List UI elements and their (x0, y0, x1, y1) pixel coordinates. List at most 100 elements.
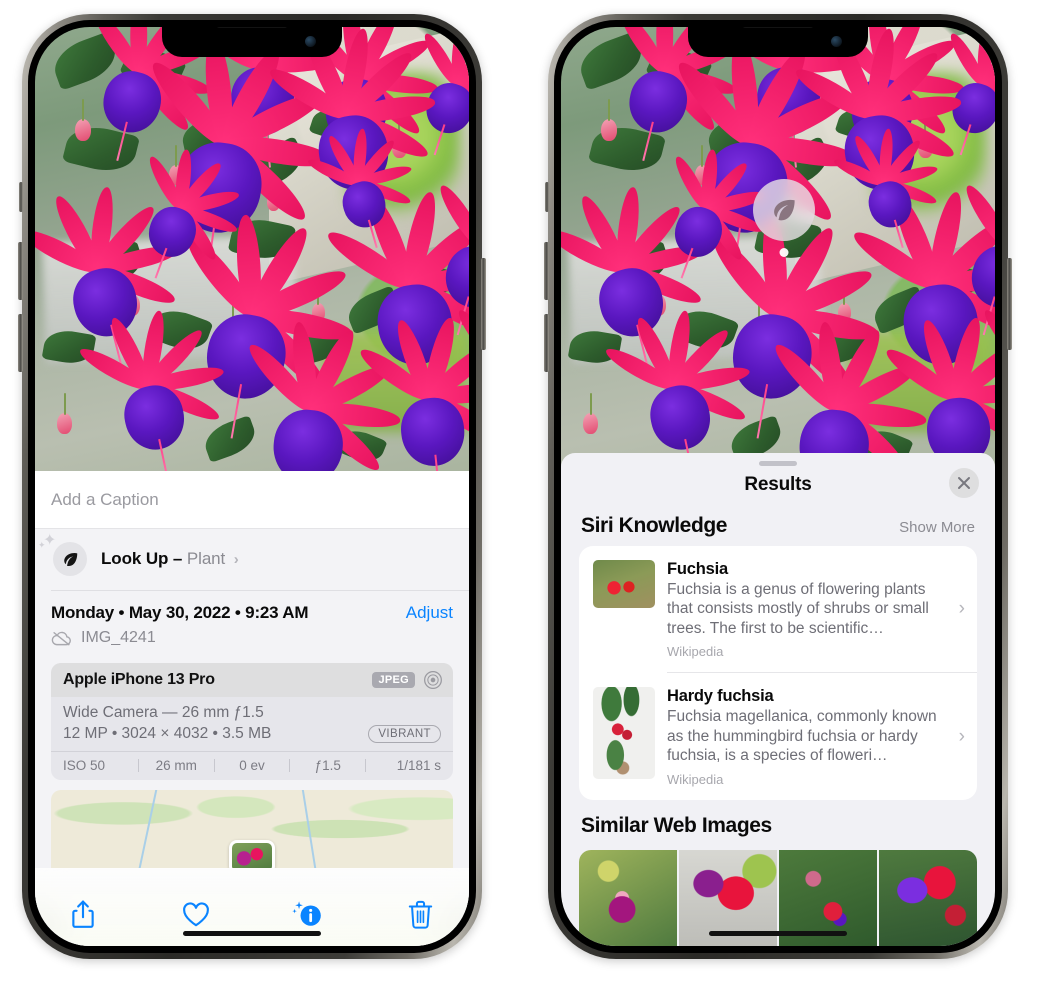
photographic-style-badge: VIBRANT (368, 725, 441, 743)
iphone-right: Results Siri Knowledge Show More Fuchsia… (544, 14, 1012, 959)
volume-down-button[interactable] (544, 314, 549, 372)
chevron-right-icon: › (958, 598, 965, 620)
volume-up-button[interactable] (544, 242, 549, 300)
stem (589, 393, 592, 416)
home-indicator-left[interactable] (183, 931, 321, 936)
result-text: Hardy fuchsia Fuchsia magellanica, commo… (667, 687, 967, 787)
map-river (137, 790, 160, 868)
notch-right (688, 27, 868, 57)
exif-focal: 26 mm (155, 758, 197, 773)
cloud-slash-icon (51, 631, 71, 646)
camera-info-card[interactable]: Apple iPhone 13 Pro JPEG Wide Camera — 2… (51, 663, 453, 780)
adjust-button[interactable]: Adjust (406, 603, 453, 623)
heart-icon[interactable] (174, 894, 218, 934)
camera-model: Apple iPhone 13 Pro (63, 671, 215, 688)
stem (63, 393, 66, 416)
exif-aperture: ƒ1.5 (314, 758, 341, 773)
camera-card-body: Wide Camera — 26 mm ƒ1.5 12 MP • 3024 × … (51, 697, 453, 751)
power-button[interactable] (1007, 258, 1012, 350)
photo-date: Monday • May 30, 2022 • 9:23 AM (51, 603, 309, 622)
home-indicator-right[interactable] (709, 931, 847, 936)
map-photo-pin[interactable] (229, 840, 275, 868)
photo-viewer-right[interactable] (561, 27, 995, 487)
trash-icon[interactable] (399, 894, 443, 934)
exif-shutter: 1/181 s (396, 758, 441, 773)
location-map-card[interactable] (51, 790, 453, 868)
camera-resolution-row: 12 MP • 3024 × 4032 • 3.5 MB VIBRANT (63, 725, 441, 743)
result-thumbnail (593, 559, 655, 608)
photo-viewer-left[interactable] (35, 27, 469, 487)
exif-row: ISO 50 26 mm 0 ev ƒ1.5 1/181 s (51, 751, 453, 780)
date-row: Monday • May 30, 2022 • 9:23 AM Adjust (51, 603, 453, 623)
caption-placeholder: Add a Caption (51, 489, 159, 509)
show-more-button[interactable]: Show More (899, 519, 975, 536)
siri-knowledge-header: Siri Knowledge Show More (561, 508, 995, 546)
lookup-section: ✦ ✦ Look Up – Plant › Monday • May 30, 2… (35, 529, 469, 946)
power-button[interactable] (481, 258, 486, 350)
info-sparkle-icon[interactable] (286, 894, 330, 934)
exif-exposure: 0 ev (239, 758, 265, 773)
filename-row: IMG_4241 (51, 629, 453, 647)
mute-switch[interactable] (545, 182, 549, 212)
exif-iso: ISO 50 (63, 758, 106, 773)
look-up-title: Look Up (101, 549, 169, 568)
camera-card-header: Apple iPhone 13 Pro JPEG (51, 663, 453, 697)
caption-field-row[interactable]: Add a Caption (35, 471, 469, 529)
look-up-row[interactable]: ✦ ✦ Look Up – Plant › (35, 529, 469, 590)
file-format-badge: JPEG (372, 672, 415, 688)
look-up-label: Look Up – Plant › (101, 549, 239, 569)
leaf-icon: ✦ ✦ (38, 533, 87, 576)
leaf-shape (200, 414, 261, 463)
photo-filename: IMG_4241 (81, 629, 156, 646)
photo-metadata: Monday • May 30, 2022 • 9:23 AM Adjust I… (35, 591, 469, 657)
iphone-left: Add a Caption ✦ ✦ Look Up – Plant › Mond… (18, 14, 486, 959)
notch-left (162, 27, 342, 57)
screenshot-stage: Add a Caption ✦ ✦ Look Up – Plant › Mond… (0, 0, 1055, 985)
earpiece-speaker (216, 27, 288, 28)
result-source: Wikipedia (667, 644, 724, 660)
web-image-thumbnail[interactable] (579, 850, 677, 946)
share-icon[interactable] (61, 894, 105, 934)
fuchsia-flower (355, 316, 469, 487)
volume-up-button[interactable] (18, 242, 23, 300)
screen-left: Add a Caption ✦ ✦ Look Up – Plant › Mond… (35, 27, 469, 946)
web-image-thumbnail[interactable] (879, 850, 977, 946)
siri-knowledge-title: Siri Knowledge (581, 513, 728, 537)
result-source: Wikipedia (667, 772, 724, 787)
leaf-icon (774, 199, 795, 221)
list-item[interactable]: Hardy fuchsia Fuchsia magellanica, commo… (579, 673, 977, 800)
badge-pointer-dot (779, 248, 789, 257)
chevron-right-icon: › (233, 551, 239, 568)
similar-web-images-title: Similar Web Images (581, 814, 772, 837)
volume-down-button[interactable] (18, 314, 23, 372)
result-description: Fuchsia magellanica, commonly known as t… (667, 708, 937, 765)
result-title: Fuchsia (667, 559, 728, 578)
visual-look-up-badge[interactable] (753, 179, 815, 257)
map-river (300, 790, 318, 868)
phone-bezel-left: Add a Caption ✦ ✦ Look Up – Plant › Mond… (28, 20, 476, 953)
siri-knowledge-card: Fuchsia Fuchsia is a genus of flowering … (579, 545, 977, 800)
close-icon[interactable] (949, 467, 979, 498)
fuchsia-flower (242, 321, 402, 487)
result-text: Fuchsia Fuchsia is a genus of flowering … (667, 560, 967, 660)
camera-lens-info: Wide Camera — 26 mm ƒ1.5 (63, 704, 264, 721)
result-thumbnail (593, 687, 655, 780)
flower-bud (583, 413, 599, 435)
camera-resolution: 12 MP • 3024 × 4032 • 3.5 MB (63, 725, 272, 742)
earpiece-speaker (742, 27, 814, 28)
list-item[interactable]: Fuchsia Fuchsia is a genus of flowering … (579, 546, 977, 673)
flower-bud (57, 413, 73, 435)
screen-right: Results Siri Knowledge Show More Fuchsia… (561, 27, 995, 946)
result-title: Hardy fuchsia (667, 687, 774, 706)
look-up-dash: – (172, 549, 183, 568)
similar-web-images-header: Similar Web Images (561, 800, 995, 844)
visual-look-up-results-sheet: Results Siri Knowledge Show More Fuchsia… (561, 452, 995, 946)
results-header: Results (561, 466, 995, 508)
aperture-icon (424, 671, 442, 689)
chevron-right-icon: › (958, 725, 965, 747)
sparkle-icon-small: ✦ (38, 540, 46, 550)
front-camera (305, 36, 316, 47)
camera-header-right: JPEG (372, 670, 443, 690)
mute-switch[interactable] (19, 182, 23, 212)
results-title: Results (744, 473, 812, 495)
